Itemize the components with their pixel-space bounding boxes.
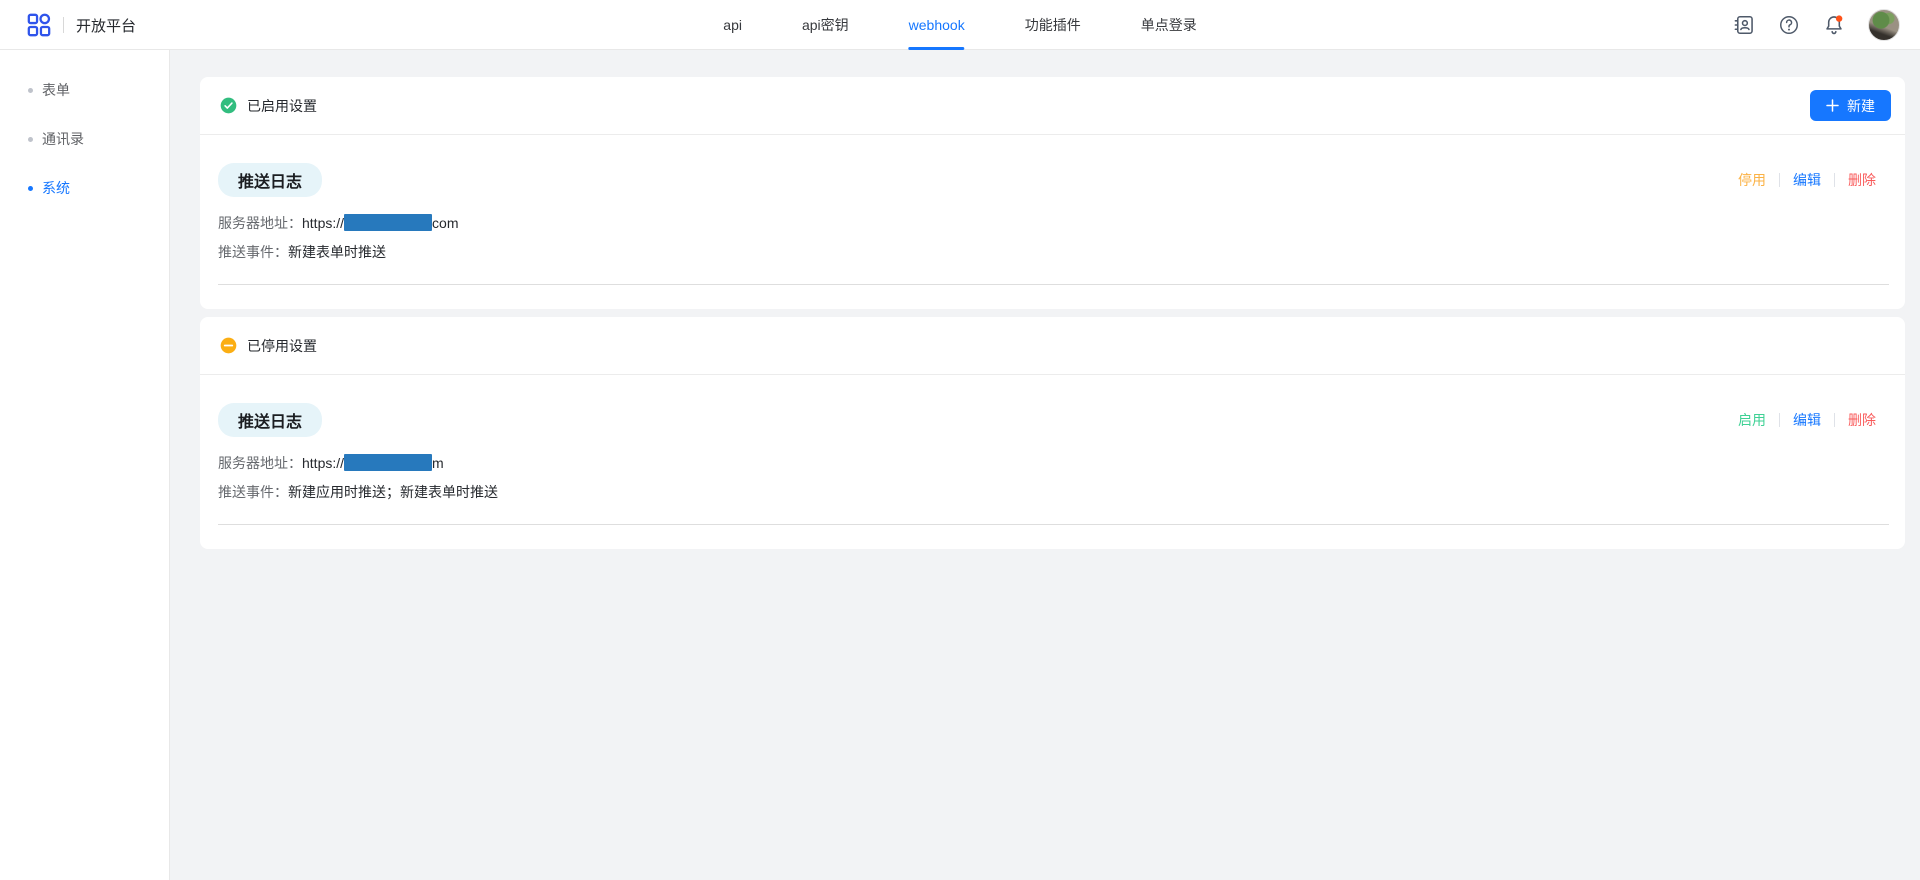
user-avatar[interactable] [1868, 9, 1900, 41]
bullet-dot-icon [28, 186, 33, 191]
enabled-settings-panel: 已启用设置 新建 推送日志 停用 编辑 删除 服务 [200, 77, 1905, 309]
tab-webhook[interactable]: webhook [909, 0, 965, 50]
push-event-value: 新建应用时推送；新建表单时推送 [288, 484, 498, 500]
disabled-section-header: 已停用设置 [200, 317, 1905, 375]
sidebar-item-label: 系统 [42, 178, 70, 198]
sidebar-item-label: 通讯录 [42, 129, 84, 149]
redacted-url-block [344, 454, 432, 471]
apps-grid-icon[interactable] [26, 12, 52, 38]
delete-action-link[interactable]: 删除 [1848, 170, 1876, 190]
enable-action-link[interactable]: 启用 [1738, 410, 1766, 430]
push-event-row: 推送事件：新建表单时推送 [218, 242, 1889, 262]
redacted-url-block [344, 214, 432, 231]
card-actions: 启用 编辑 删除 [1738, 410, 1876, 430]
webhook-card: 推送日志 停用 编辑 删除 服务器地址：https:// com 推送事件：新建表… [200, 163, 1905, 309]
bullet-dot-icon [28, 88, 33, 93]
action-divider [1779, 173, 1780, 187]
contacts-icon[interactable] [1733, 14, 1755, 36]
sidebar-item-forms[interactable]: 表单 [28, 80, 169, 100]
action-divider [1779, 413, 1780, 427]
app-header: 开放平台 api api密钥 webhook 功能插件 单点登录 [0, 0, 1920, 50]
sidebar: 表单 通讯录 系统 [0, 50, 170, 880]
tab-sso[interactable]: 单点登录 [1141, 0, 1197, 50]
section-title: 已停用设置 [247, 336, 317, 356]
push-event-label: 推送事件： [218, 244, 288, 260]
push-event-value: 新建表单时推送 [288, 244, 386, 260]
edit-action-link[interactable]: 编辑 [1793, 410, 1821, 430]
main-content: 已启用设置 新建 推送日志 停用 编辑 删除 服务 [170, 50, 1920, 880]
server-address-row: 服务器地址：https:// com [218, 213, 1889, 233]
section-title: 已启用设置 [247, 96, 317, 116]
server-url-suffix: m [432, 455, 444, 471]
disabled-minus-icon [220, 337, 237, 354]
tab-api[interactable]: api [723, 0, 742, 50]
sidebar-item-contacts[interactable]: 通讯录 [28, 129, 169, 149]
tab-api-secret[interactable]: api密钥 [802, 0, 849, 50]
card-bottom-divider [218, 524, 1889, 525]
notification-bell-icon[interactable] [1823, 14, 1845, 36]
webhook-card: 推送日志 启用 编辑 删除 服务器地址：https:// m 推送事件：新建应用时… [200, 403, 1905, 549]
webhook-card-title: 推送日志 [218, 163, 322, 197]
action-divider [1834, 173, 1835, 187]
header-brand: 开放平台 [26, 0, 136, 50]
create-button-label: 新建 [1847, 96, 1875, 116]
server-address-label: 服务器地址： [218, 455, 302, 471]
edit-action-link[interactable]: 编辑 [1793, 170, 1821, 190]
enabled-check-icon [220, 97, 237, 114]
app-title: 开放平台 [76, 15, 136, 36]
tab-plugins[interactable]: 功能插件 [1025, 0, 1081, 50]
enabled-section-header: 已启用设置 新建 [200, 77, 1905, 135]
server-url-prefix: https:// [302, 215, 344, 231]
card-actions: 停用 编辑 删除 [1738, 170, 1876, 190]
plus-icon [1826, 99, 1839, 112]
sidebar-item-label: 表单 [42, 80, 70, 100]
push-event-row: 推送事件：新建应用时推送；新建表单时推送 [218, 482, 1889, 502]
delete-action-link[interactable]: 删除 [1848, 410, 1876, 430]
server-address-row: 服务器地址：https:// m [218, 453, 1889, 473]
push-event-label: 推送事件： [218, 484, 288, 500]
header-actions [1733, 0, 1900, 50]
notification-badge-dot [1836, 15, 1842, 21]
bullet-dot-icon [28, 137, 33, 142]
disabled-settings-panel: 已停用设置 推送日志 启用 编辑 删除 服务器地址：https:// m 推送事件… [200, 317, 1905, 549]
webhook-card-title: 推送日志 [218, 403, 322, 437]
action-divider [1834, 413, 1835, 427]
top-nav: api api密钥 webhook 功能插件 单点登录 [723, 0, 1196, 50]
card-bottom-divider [218, 284, 1889, 285]
header-divider [63, 17, 64, 33]
disable-action-link[interactable]: 停用 [1738, 170, 1766, 190]
server-address-label: 服务器地址： [218, 215, 302, 231]
server-url-suffix: com [432, 215, 458, 231]
server-url-prefix: https:// [302, 455, 344, 471]
help-icon[interactable] [1778, 14, 1800, 36]
sidebar-item-system[interactable]: 系统 [28, 178, 169, 198]
create-webhook-button[interactable]: 新建 [1810, 90, 1891, 121]
